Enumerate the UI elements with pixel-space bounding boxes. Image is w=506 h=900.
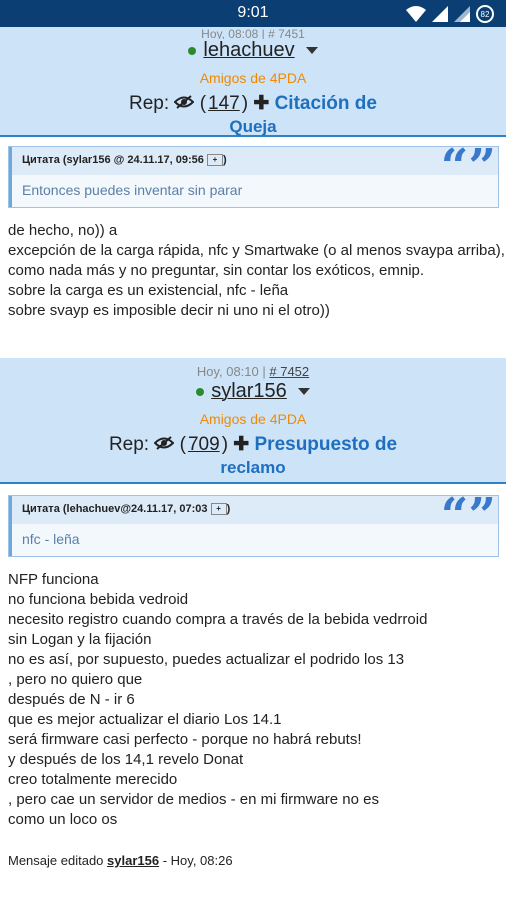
eye-hidden-icon[interactable]	[153, 436, 175, 450]
signal2-icon	[454, 6, 470, 22]
status-icons: 82	[406, 5, 494, 23]
post-author[interactable]: lehachuev	[0, 39, 506, 62]
post-body-1: de hecho, no)) a excepción de la carga r…	[8, 221, 505, 321]
quote-text: nfc - leña	[9, 524, 498, 556]
post-number[interactable]: # 7452	[269, 364, 309, 379]
quote-header: Цитата (sylar156 @ 24.11.17, 09:56 +) “”	[9, 143, 498, 191]
plus-icon[interactable]: ✚	[253, 93, 269, 114]
post-date: Hoy, 08:10	[196, 364, 259, 379]
rep-label: Rep:	[129, 93, 170, 114]
body-line: sobre svayp es imposible decir ni uno ni…	[8, 302, 330, 319]
body-line: , pero no quiero que	[8, 671, 143, 688]
eye-hidden-icon[interactable]	[174, 95, 195, 109]
body-line: sin Logan y la fijación	[8, 631, 152, 648]
body-line: no es así, por supuesto, puedes actualiz…	[8, 651, 405, 668]
body-line: después de N - ir 6	[8, 691, 135, 708]
body-line: , pero cae un servidor de medios - en mi…	[8, 791, 379, 808]
rep-label: Rep:	[108, 434, 150, 455]
wifi-icon	[406, 6, 426, 22]
rep-count[interactable]: 709	[186, 434, 222, 455]
post-meta: Hoy, 08:10 | # 7452	[196, 364, 310, 379]
signal-icon	[432, 6, 448, 22]
body-line: excepción de la carga rápida, nfc y Smar…	[8, 242, 505, 259]
edited-note: Mensaje editado sylar156 - Hoy, 08:26	[8, 853, 233, 868]
status-bar: 9:01 82	[0, 0, 506, 27]
complaint-link[interactable]: reclamo	[0, 458, 506, 478]
quote-header-text: Цитата (sylar156 @ 24.11.17, 09:56	[22, 154, 204, 166]
body-line: y después de los 14,1 revelo Donat	[8, 751, 244, 768]
quote-header: Цитата (lehachuev@24.11.17, 07:03 +) “”	[9, 492, 498, 540]
post-meta: Hoy, 08:08 | # 7451	[201, 27, 305, 39]
post-header-1: Hoy, 08:08 | # 7451 lehachuev Amigos de …	[0, 27, 506, 137]
body-line: será firmware casi perfecto - porque no …	[8, 731, 362, 748]
user-group: Amigos de 4PDA	[199, 70, 307, 86]
quote-marks-icon: “”	[440, 139, 496, 195]
budget-link[interactable]: Presupuesto de	[255, 434, 398, 455]
rep-count[interactable]: 147	[206, 93, 242, 114]
post-header-2: Hoy, 08:10 | # 7452 sylar156 Amigos de 4…	[0, 358, 506, 484]
body-line: que es mejor actualizar el diario Los 14…	[8, 711, 282, 728]
reputation-row: Rep: (147) ✚ Citación de	[129, 93, 377, 114]
edited-prefix: Mensaje editado	[8, 853, 104, 868]
expand-icon[interactable]: +	[210, 503, 227, 516]
author-name[interactable]: sylar156	[211, 380, 287, 403]
post-body-2: NFP funciona no funciona bebida vedroid …	[8, 570, 498, 830]
body-line: necesito registro cuando compra a través…	[8, 611, 428, 628]
battery-icon: 82	[476, 5, 494, 23]
online-indicator	[188, 46, 197, 55]
online-indicator	[196, 387, 205, 396]
body-line: como nada más y no preguntar, sin contar…	[8, 262, 425, 279]
edited-suffix: - Hoy, 08:26	[162, 853, 233, 868]
author-name[interactable]: lehachuev	[203, 39, 294, 62]
edited-user[interactable]: sylar156	[107, 853, 159, 868]
expand-icon[interactable]: +	[206, 154, 223, 167]
quote-marks-icon: “”	[440, 488, 496, 544]
body-line: NFP funciona	[8, 571, 99, 588]
body-line: como un loco os	[8, 811, 118, 828]
quote-text: Entonces puedes inventar sin parar	[9, 175, 498, 207]
body-line: no funciona bebida vedroid	[8, 591, 189, 608]
body-line: sobre la carga es un existencial, nfc - …	[8, 282, 289, 299]
quote-block-2: Цитата (lehachuev@24.11.17, 07:03 +) “” …	[8, 492, 499, 557]
body-line: de hecho, no)) a	[8, 222, 118, 239]
reputation-row: Rep: (709) ✚ Presupuesto de	[108, 434, 398, 455]
user-group: Amigos de 4PDA	[199, 411, 307, 427]
chevron-down-icon[interactable]	[297, 388, 310, 395]
plus-icon[interactable]: ✚	[233, 434, 249, 455]
post-author[interactable]: sylar156	[0, 380, 506, 403]
body-line: creo totalmente merecido	[8, 771, 178, 788]
chevron-down-icon[interactable]	[305, 47, 318, 54]
quote-link[interactable]: Citación de	[275, 93, 377, 114]
quote-header-text: Цитата (lehachuev@24.11.17, 07:03	[22, 503, 208, 515]
complaint-link[interactable]: Queja	[0, 117, 506, 137]
quote-block-1: Цитата (sylar156 @ 24.11.17, 09:56 +) “”…	[8, 143, 499, 208]
